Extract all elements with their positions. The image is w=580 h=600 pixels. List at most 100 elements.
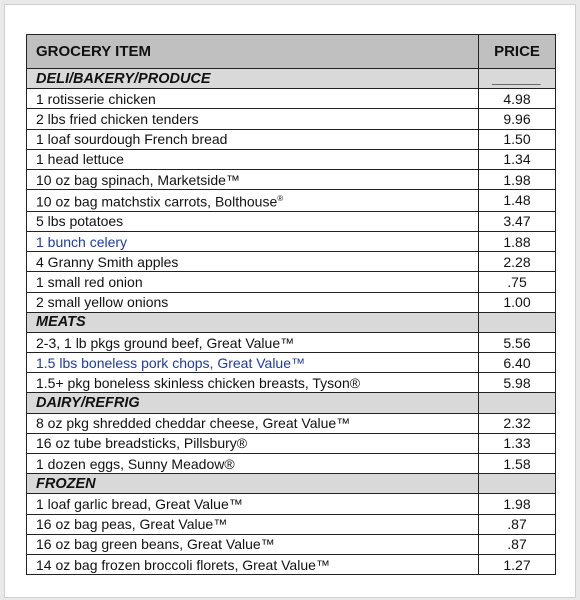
item-cell: 1 loaf sourdough French bread (26, 128, 479, 150)
item-cell: 5 lbs potatoes (26, 210, 479, 232)
item-cell: 1 rotisserie chicken (26, 88, 479, 110)
category-price: ______ (478, 67, 556, 90)
table-row: 16 oz bag peas, Great Value™ .87 (26, 513, 556, 535)
item-name: 16 oz tube breadsticks, Pillsbury® (36, 435, 248, 452)
item-cell: 4 Granny Smith apples (26, 251, 479, 273)
category-price (478, 392, 556, 414)
header-grocery-item: GROCERY ITEM (26, 34, 479, 69)
item-cell: 16 oz tube breadsticks, Pillsbury® (26, 432, 479, 455)
category-row: MEATS (26, 311, 556, 333)
table-row: 1 small red onion .75 (26, 271, 556, 293)
category-row: FROZEN (26, 473, 556, 495)
table-row: 5 lbs potatoes 3.47 (26, 210, 556, 232)
item-cell: 16 oz bag peas, Great Value™ (26, 513, 479, 535)
item-name: 10 oz bag matchstix carrots, Bolthouse (36, 193, 278, 210)
table-row: 14 oz bag frozen broccoli florets, Great… (26, 553, 556, 576)
table-row: 2 small yellow onions 1.00 (26, 291, 556, 313)
registered-mark: ® (277, 194, 284, 204)
table-row: 1 loaf garlic bread, Great Value™ 1.98 (26, 493, 556, 515)
item-cell: 1 dozen eggs, Sunny Meadow® (26, 453, 479, 475)
table-row: 16 oz bag green beans, Great Value™ .87 (26, 533, 556, 555)
item-name: 2-3, 1 lb pkgs ground beef, Great Value™ (36, 334, 295, 351)
table-row: 1.5 lbs boneless pork chops, Great Value… (26, 352, 556, 374)
item-name: 1 rotisserie chicken (36, 90, 156, 107)
category-row: DAIRY/REFRIG (26, 392, 556, 414)
category-name: MEATS (26, 311, 479, 333)
item-name: 1 loaf sourdough French bread (36, 131, 228, 148)
item-name: 8 oz pkg shredded cheddar cheese, Great … (36, 415, 351, 432)
price-cell: .87 (478, 513, 556, 535)
item-name: 16 oz bag green beans, Great Value™ (36, 536, 275, 553)
price-cell: 3.47 (478, 210, 556, 232)
price-cell: 2.32 (478, 412, 556, 434)
price-cell: 4.98 (478, 88, 556, 110)
table-row: 1 loaf sourdough French bread 1.50 (26, 128, 556, 150)
price-cell: .75 (478, 271, 556, 293)
item-name: 1 small red onion (36, 273, 143, 290)
item-cell: 10 oz bag spinach, Marketside™ (26, 168, 479, 191)
table-row: 16 oz tube breadsticks, Pillsbury® 1.33 (26, 432, 556, 455)
item-cell: 1 loaf garlic bread, Great Value™ (26, 493, 479, 515)
item-name: 2 lbs fried chicken tenders (36, 110, 199, 127)
category-name: DELI/BAKERY/PRODUCE (26, 67, 479, 90)
item-cell: 14 oz bag frozen broccoli florets, Great… (26, 553, 479, 576)
item-name: 16 oz bag peas, Great Value™ (36, 516, 228, 533)
price-cell: 6.40 (478, 352, 556, 374)
item-cell: 1 small red onion (26, 271, 479, 293)
table-header-row: GROCERY ITEM PRICE (26, 34, 556, 69)
table-row: 8 oz pkg shredded cheddar cheese, Great … (26, 412, 556, 434)
price-cell: 1.98 (478, 493, 556, 515)
category-row: DELI/BAKERY/PRODUCE ______ (26, 67, 556, 90)
item-cell: 1 bunch celery (26, 230, 479, 253)
table-row: 1 dozen eggs, Sunny Meadow® 1.58 (26, 453, 556, 475)
header-price: PRICE (478, 34, 556, 69)
item-name: 4 Granny Smith apples (36, 253, 179, 270)
table-row: 2 lbs fried chicken tenders 9.96 (26, 108, 556, 130)
price-cell: 1.58 (478, 453, 556, 475)
item-name: 2 small yellow onions (36, 294, 169, 311)
price-cell: 1.50 (478, 128, 556, 150)
item-cell: 2 small yellow onions (26, 291, 479, 313)
price-cell: 1.00 (478, 291, 556, 313)
item-name: 1.5+ pkg boneless skinless chicken breas… (36, 374, 361, 391)
price-cell: 9.96 (478, 108, 556, 130)
table-row: 10 oz bag matchstix carrots, Bolthouse® 1… (26, 189, 556, 212)
grocery-table: GROCERY ITEM PRICE DELI/BAKERY/PRODUCE __… (26, 34, 556, 576)
table-row: 1.5+ pkg boneless skinless chicken breas… (26, 372, 556, 394)
item-cell: 1.5+ pkg boneless skinless chicken breas… (26, 372, 479, 394)
item-cell: 16 oz bag green beans, Great Value™ (26, 533, 479, 555)
item-name: 10 oz bag spinach, Marketside™ (36, 171, 240, 188)
category-price (478, 473, 556, 495)
item-cell: 10 oz bag matchstix carrots, Bolthouse® (26, 189, 479, 212)
table-row: 2-3, 1 lb pkgs ground beef, Great Value™… (26, 331, 556, 354)
table-row: 10 oz bag spinach, Marketside™ 1.98 (26, 168, 556, 191)
item-name: 1.5 lbs boneless pork chops, Great Value… (36, 354, 306, 371)
document-page: GROCERY ITEM PRICE DELI/BAKERY/PRODUCE __… (4, 4, 576, 598)
item-cell: 1.5 lbs boneless pork chops, Great Value… (26, 352, 479, 374)
item-cell: 1 head lettuce (26, 148, 479, 170)
table-row: 1 rotisserie chicken 4.98 (26, 88, 556, 110)
price-cell: 1.88 (478, 230, 556, 253)
item-name: 1 loaf garlic bread, Great Value™ (36, 496, 243, 512)
price-cell: 5.56 (478, 331, 556, 354)
table-row: 1 bunch celery 1.88 (26, 230, 556, 253)
category-price (478, 311, 556, 333)
item-name: 14 oz bag frozen broccoli florets, Great… (36, 556, 330, 573)
table-row: 1 head lettuce 1.34 (26, 148, 556, 170)
price-cell: 1.48 (478, 189, 556, 212)
item-name: 5 lbs potatoes (36, 213, 124, 230)
price-cell: 1.34 (478, 148, 556, 170)
category-name: FROZEN (26, 473, 479, 495)
item-name: 1 bunch celery (36, 233, 128, 250)
item-cell: 2-3, 1 lb pkgs ground beef, Great Value™ (26, 331, 479, 354)
item-name: 1 head lettuce (36, 151, 124, 168)
item-cell: 8 oz pkg shredded cheddar cheese, Great … (26, 412, 479, 434)
price-cell: 5.98 (478, 372, 556, 394)
category-name: DAIRY/REFRIG (26, 392, 479, 414)
price-cell: 1.33 (478, 432, 556, 455)
table-row: 4 Granny Smith apples 2.28 (26, 251, 556, 273)
item-name: 1 dozen eggs, Sunny Meadow® (36, 455, 235, 472)
price-cell: 1.27 (478, 553, 556, 576)
price-cell: 1.98 (478, 168, 556, 191)
price-cell: 2.28 (478, 251, 556, 273)
